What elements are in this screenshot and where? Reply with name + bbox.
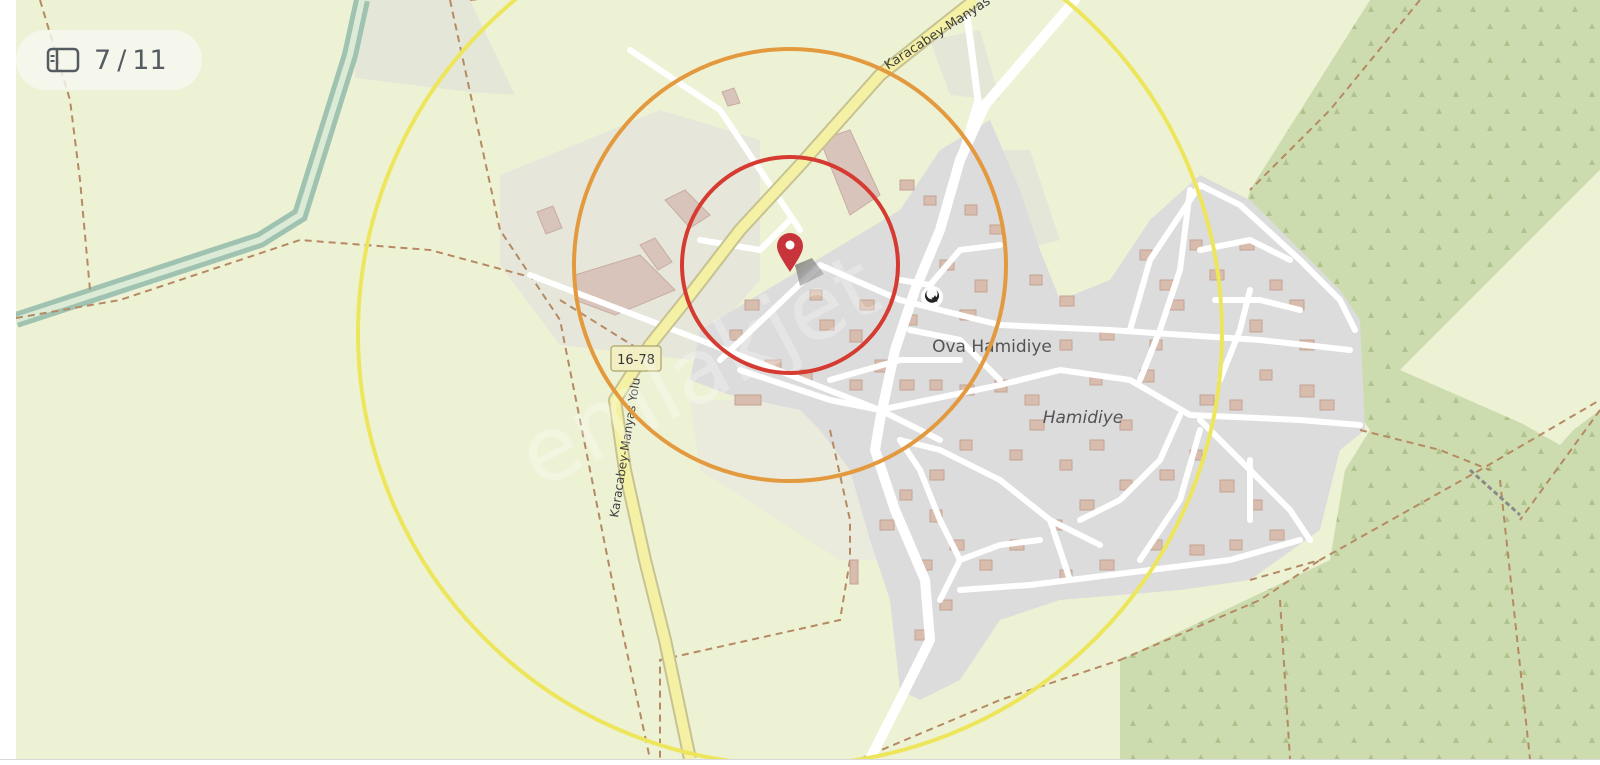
- photo-counter-current: 7: [94, 44, 112, 76]
- locality-label: Hamidiye: [1043, 408, 1124, 428]
- map-photo-viewer: Karacabey-Manyas Karacabey-Manyas Yolu 1…: [0, 0, 1600, 765]
- photo-counter-separator: /: [117, 44, 127, 76]
- photo-counter-total: 11: [132, 44, 167, 76]
- map-canvas[interactable]: Karacabey-Manyas Karacabey-Manyas Yolu 1…: [16, 0, 1600, 759]
- photo-counter[interactable]: 7 / 11: [16, 30, 202, 90]
- mosque-icon: [921, 286, 943, 308]
- viewer-bottom-divider: [0, 759, 1600, 765]
- photo-gallery-icon: [46, 47, 80, 73]
- map-view[interactable]: Karacabey-Manyas Karacabey-Manyas Yolu 1…: [16, 0, 1600, 759]
